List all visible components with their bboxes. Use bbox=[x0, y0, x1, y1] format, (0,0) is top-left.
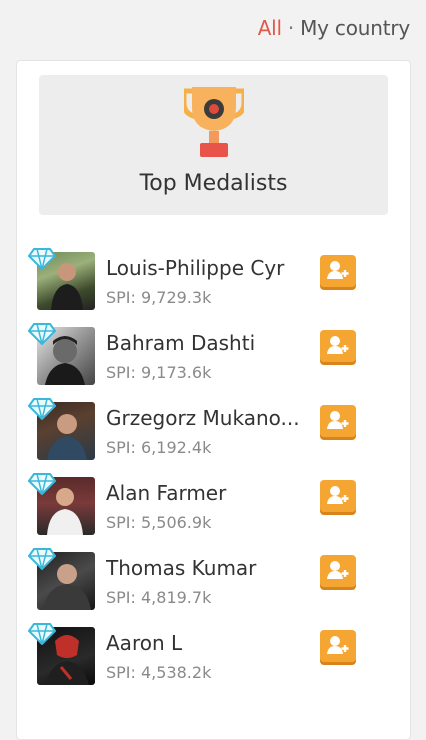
medalist-name[interactable]: Alan Farmer bbox=[106, 481, 306, 505]
trophy-icon bbox=[184, 87, 244, 157]
top-medalists-banner: Top Medalists bbox=[39, 75, 388, 215]
diamond-icon bbox=[28, 473, 56, 495]
medalist-name[interactable]: Louis-Philippe Cyr bbox=[106, 256, 306, 280]
diamond-icon bbox=[28, 548, 56, 570]
medalist-row: Aaron L SPI: 4,538.2k bbox=[28, 623, 373, 691]
medalist-row: Thomas Kumar SPI: 4,819.7k bbox=[28, 548, 373, 616]
diamond-icon bbox=[28, 323, 56, 345]
avatar-container bbox=[28, 473, 95, 535]
medalist-name[interactable]: Grzegorz Mukano... bbox=[106, 406, 306, 430]
widget-title: Top Medalists bbox=[139, 171, 288, 196]
medalist-row: Bahram Dashti SPI: 9,173.6k bbox=[28, 323, 373, 391]
medalist-spi: SPI: 9,173.6k bbox=[106, 363, 212, 382]
filter-my-country-link[interactable]: My country bbox=[300, 16, 410, 40]
add-friend-button[interactable] bbox=[320, 255, 356, 287]
medalist-row: Louis-Philippe Cyr SPI: 9,729.3k bbox=[28, 248, 373, 316]
diamond-icon bbox=[28, 248, 56, 270]
filter-separator: · bbox=[287, 16, 295, 40]
add-friend-icon bbox=[327, 261, 349, 279]
add-friend-icon bbox=[327, 486, 349, 504]
medalist-name[interactable]: Bahram Dashti bbox=[106, 331, 306, 355]
medalist-spi: SPI: 9,729.3k bbox=[106, 288, 212, 307]
filter-all-link[interactable]: All bbox=[258, 16, 282, 40]
add-friend-button[interactable] bbox=[320, 405, 356, 437]
medalist-spi: SPI: 6,192.4k bbox=[106, 438, 212, 457]
medalist-name[interactable]: Aaron L bbox=[106, 631, 306, 655]
diamond-icon bbox=[28, 398, 56, 420]
avatar-container bbox=[28, 623, 95, 685]
medalist-spi: SPI: 4,819.7k bbox=[106, 588, 212, 607]
medalist-row: Alan Farmer SPI: 5,506.9k bbox=[28, 473, 373, 541]
medalist-name[interactable]: Thomas Kumar bbox=[106, 556, 306, 580]
avatar-container bbox=[28, 248, 95, 310]
add-friend-button[interactable] bbox=[320, 630, 356, 662]
medalist-spi: SPI: 5,506.9k bbox=[106, 513, 212, 532]
avatar-container bbox=[28, 398, 95, 460]
medalist-spi: SPI: 4,538.2k bbox=[106, 663, 212, 682]
medalist-row: Grzegorz Mukano... SPI: 6,192.4k bbox=[28, 398, 373, 466]
add-friend-button[interactable] bbox=[320, 330, 356, 362]
scope-filter: All · My country bbox=[258, 16, 411, 40]
add-friend-icon bbox=[327, 336, 349, 354]
add-friend-icon bbox=[327, 561, 349, 579]
add-friend-button[interactable] bbox=[320, 555, 356, 587]
diamond-icon bbox=[28, 623, 56, 645]
add-friend-button[interactable] bbox=[320, 480, 356, 512]
avatar-container bbox=[28, 323, 95, 385]
avatar-container bbox=[28, 548, 95, 610]
add-friend-icon bbox=[327, 636, 349, 654]
add-friend-icon bbox=[327, 411, 349, 429]
